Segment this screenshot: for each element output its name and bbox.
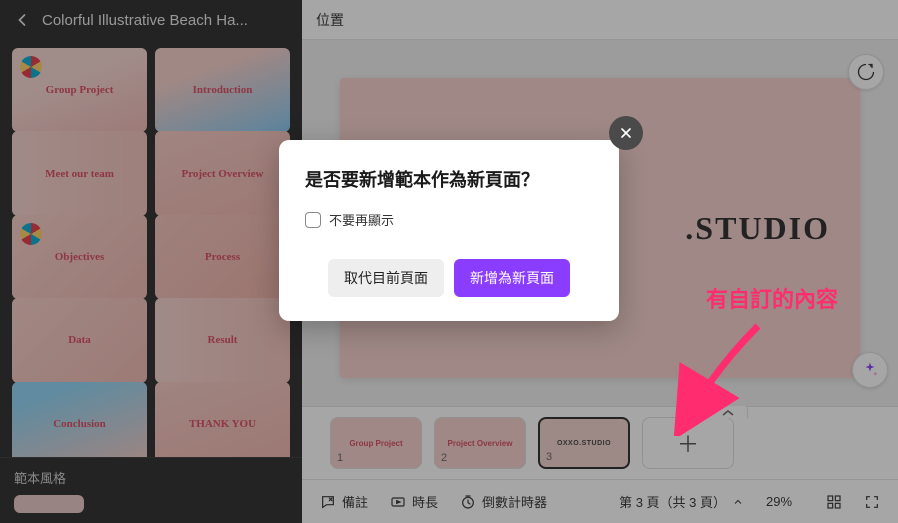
replace-page-button[interactable]: 取代目前頁面 (328, 259, 444, 297)
modal-buttons: 取代目前頁面 新增為新頁面 (305, 259, 593, 297)
modal-title: 是否要新增範本作為新頁面？ (305, 166, 593, 192)
dont-show-checkbox[interactable] (305, 212, 321, 228)
annotation-text: 有自訂的內容 (706, 282, 838, 314)
dont-show-label: 不要再顯示 (329, 210, 394, 229)
modal-dont-show-row: 不要再顯示 (305, 210, 593, 229)
modal-overlay: 是否要新增範本作為新頁面？ 不要再顯示 取代目前頁面 新增為新頁面 (0, 0, 898, 523)
add-template-modal: 是否要新增範本作為新頁面？ 不要再顯示 取代目前頁面 新增為新頁面 (279, 140, 619, 321)
add-new-page-button[interactable]: 新增為新頁面 (454, 259, 570, 297)
annotation-arrow-icon (658, 316, 778, 436)
modal-close-button[interactable] (609, 116, 643, 150)
